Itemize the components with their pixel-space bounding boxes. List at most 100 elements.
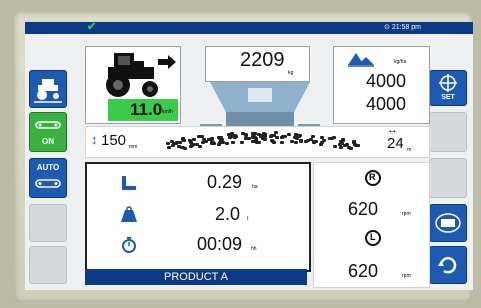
spread-dot <box>294 140 299 144</box>
spread-dot <box>346 145 351 149</box>
spreader-settings-button[interactable] <box>429 204 467 242</box>
spread-dot <box>166 146 171 150</box>
spread-dot <box>243 136 248 140</box>
refresh-icon <box>438 257 457 274</box>
boom-width-unit: m <box>407 147 412 153</box>
spread-dot <box>271 141 276 144</box>
spread-on-button[interactable]: ON <box>29 112 67 152</box>
status-bar: ✔ ⊙ 21:58 pm <box>25 22 473 34</box>
rate-unit: kg/ha <box>394 59 407 65</box>
rate-actual: 4000 <box>366 94 407 114</box>
spread-dot <box>270 133 275 137</box>
spread-dot <box>197 135 202 139</box>
set-button[interactable]: SET <box>429 70 467 106</box>
time-value: 00:09 <box>197 234 243 254</box>
spread-dot <box>299 139 304 143</box>
spread-dot <box>308 138 313 141</box>
right-empty-button-2[interactable] <box>429 158 467 198</box>
spread-dot <box>224 141 229 145</box>
spread-dot <box>287 132 292 136</box>
spread-dot <box>256 140 261 144</box>
weight-value: 2209 <box>240 49 285 71</box>
rate-icon <box>348 53 374 67</box>
spread-dot <box>231 141 236 145</box>
spread-dot <box>341 137 346 141</box>
spreader-icon <box>435 213 461 233</box>
spread-dot <box>297 133 302 137</box>
spread-dot <box>254 136 259 140</box>
area-value: 0.29 <box>207 172 243 192</box>
application-rate-panel: kg/ha 4000 4000 <box>333 46 430 124</box>
disc-right-rpm: 620 <box>348 199 379 219</box>
spread-dot <box>195 143 200 146</box>
spread-dot <box>239 141 244 144</box>
disc-left-unit: rpm <box>402 273 411 279</box>
time-unit: hh <box>251 246 257 252</box>
spread-dot <box>353 144 358 148</box>
status-ok-icon: ✔ <box>87 22 97 33</box>
auto-mode-button[interactable]: AUTO <box>29 158 67 198</box>
tractor-mode-button[interactable] <box>29 70 67 108</box>
boom-icon <box>35 121 61 129</box>
boom-height-unit: mm <box>129 144 138 150</box>
spread-dot <box>280 141 285 144</box>
spread-dot <box>191 137 196 141</box>
weight-icon <box>121 206 137 222</box>
spread-dot <box>176 144 181 148</box>
set-label: SET <box>441 94 455 101</box>
boom-height-icon: ↕ <box>91 132 98 147</box>
tractor-image <box>106 53 176 97</box>
disc-right-unit: rpm <box>402 211 411 217</box>
auto-mode-label: AUTO <box>36 163 60 172</box>
tractor-icon <box>34 79 62 103</box>
spread-dot <box>181 139 186 142</box>
spread-dot <box>198 144 203 148</box>
clock-time: 21:58 pm <box>391 24 421 31</box>
spread-dot <box>219 138 224 142</box>
area-icon <box>122 176 136 190</box>
spread-dot <box>210 140 215 143</box>
weight-unit: kg <box>288 70 294 76</box>
display-screen: ✔ ⊙ 21:58 pm ON AUTO SET 11.0 km/h 2209 … <box>25 22 473 290</box>
spread-dot <box>251 131 256 135</box>
speed-value: 11.0 <box>130 100 163 119</box>
boom-width-value: 24 <box>387 135 404 152</box>
speed-display: 11.0 km/h <box>108 99 178 121</box>
left-empty-button-2[interactable] <box>29 246 67 284</box>
spread-dot <box>260 133 264 137</box>
rate-target: 4000 <box>366 71 407 91</box>
spread-dot <box>312 141 317 145</box>
spread-dot <box>331 135 336 139</box>
stopwatch-icon <box>122 237 136 253</box>
spread-dot <box>171 142 176 145</box>
spread-dot <box>262 138 267 141</box>
spread-dot <box>241 131 246 135</box>
disc-left-rpm: 620 <box>348 261 379 281</box>
speed-unit: km/h <box>162 109 173 115</box>
disc-left-letter: L <box>370 232 376 242</box>
spread-on-label: ON <box>42 137 54 146</box>
conveyor-icon <box>35 179 61 188</box>
spread-dot <box>273 131 278 135</box>
spread-pattern <box>165 130 365 154</box>
refresh-button[interactable] <box>429 246 467 284</box>
spread-dot <box>333 145 338 149</box>
weight-applied-unit: t <box>247 216 249 222</box>
spread-dot <box>289 140 294 143</box>
right-empty-button-1[interactable] <box>429 112 467 152</box>
weight-applied-value: 2.0 <box>215 204 241 224</box>
stats-panel: 0.29 ha 2.0 t 00:09 hh <box>85 162 311 272</box>
disc-right-letter: R <box>369 172 376 182</box>
spread-dot <box>319 141 324 145</box>
spread-dot <box>190 142 195 146</box>
left-empty-button-1[interactable] <box>29 204 67 242</box>
disc-speed-panel: R 620 rpm L 620 rpm <box>313 162 430 288</box>
crosshair-icon <box>439 74 457 92</box>
boom-height-value: 150 <box>101 132 127 149</box>
spread-dot <box>338 145 343 149</box>
clock-icon: ⊙ <box>384 24 392 31</box>
spread-dot <box>201 141 205 145</box>
clock: ⊙ 21:58 pm <box>384 23 421 31</box>
spread-dot <box>340 142 345 146</box>
area-unit: ha <box>252 184 258 190</box>
